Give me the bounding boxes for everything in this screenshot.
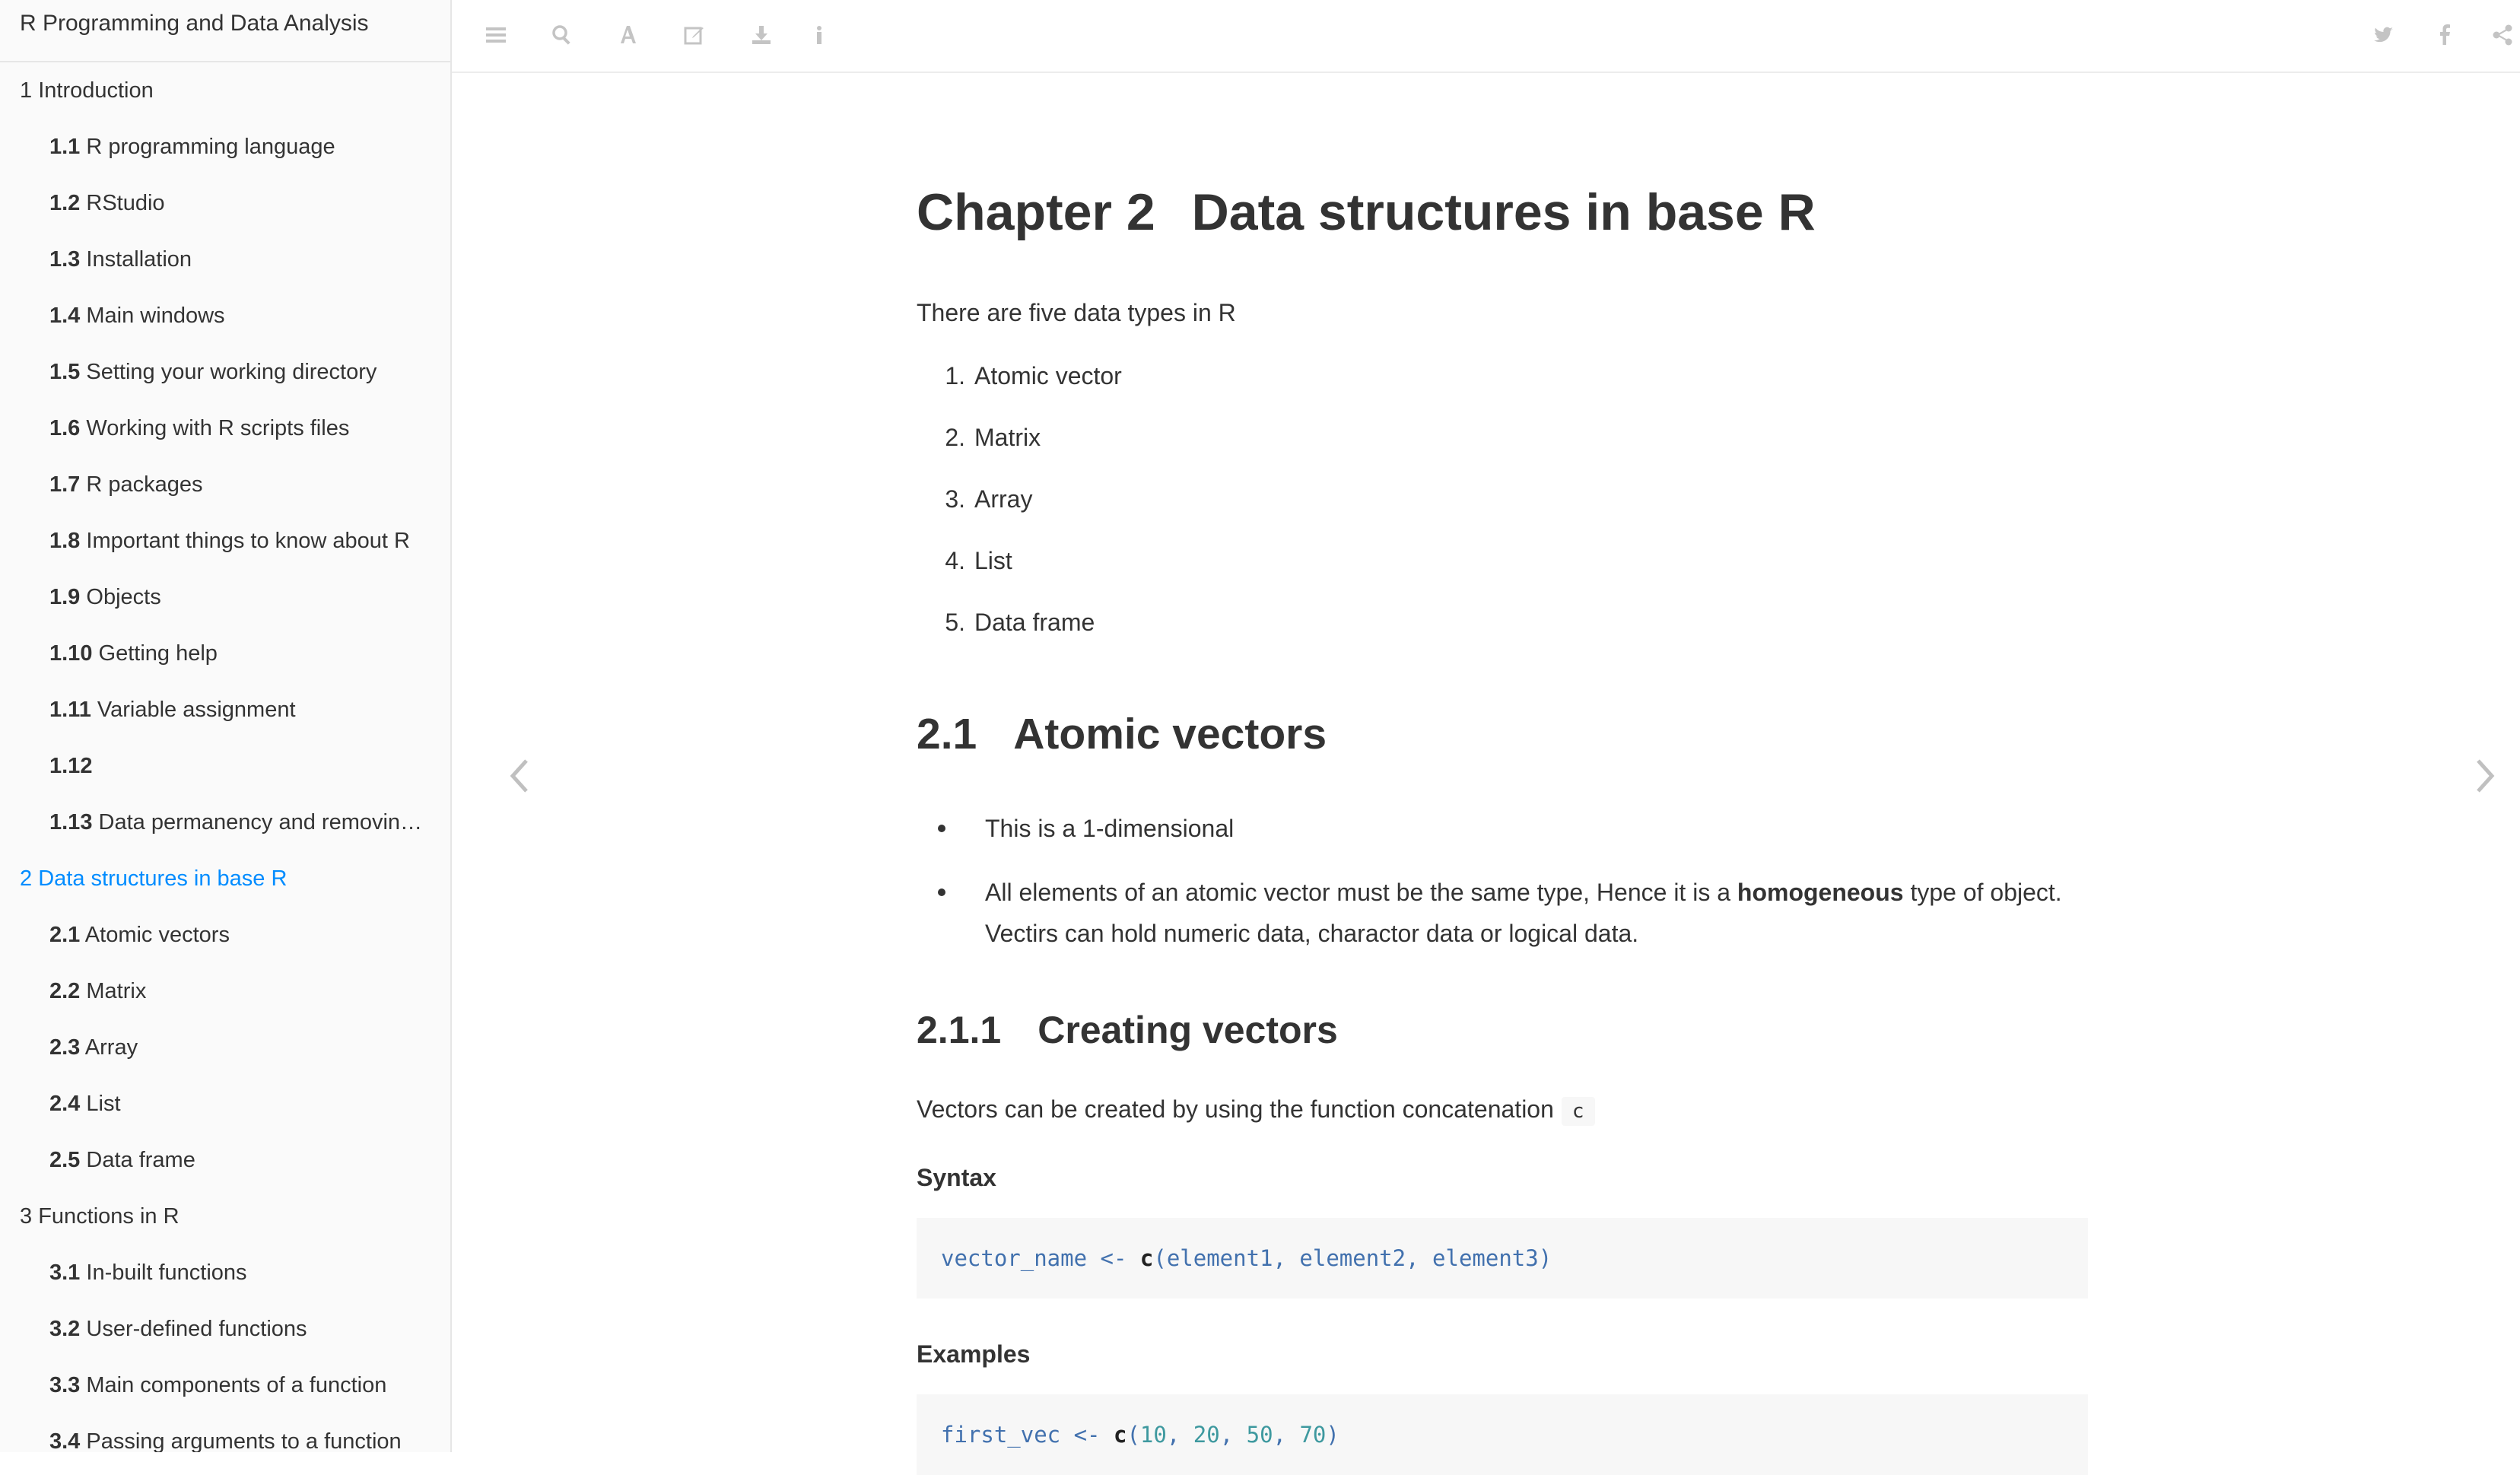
toc-item[interactable]: 3.4 Passing arguments to a function <box>0 1413 450 1452</box>
search-icon[interactable] <box>547 20 577 50</box>
toc-item[interactable]: 1.11 Variable assignment <box>0 682 450 738</box>
facebook-icon[interactable] <box>2429 20 2460 50</box>
toc-list: 1 Introduction 1.1 R programming language… <box>0 62 450 1452</box>
menu-icon[interactable] <box>481 20 511 50</box>
toc-item[interactable]: 3.3 Main components of a function <box>0 1357 450 1413</box>
intro-paragraph: There are five data types in R <box>917 299 1236 326</box>
inline-code: c <box>1561 1096 1595 1126</box>
creating-paragraph: Vectors can be created by using the func… <box>917 1095 1595 1126</box>
toc-item[interactable]: 1.6 Working with R scripts files <box>0 400 450 456</box>
toc-item[interactable]: 1.13 Data permanency and removin… <box>0 794 450 850</box>
twitter-icon[interactable] <box>2369 20 2399 50</box>
toc-item[interactable]: 1.7 R packages <box>0 456 450 513</box>
toc-item[interactable]: 1.9 Objects <box>0 569 450 625</box>
list-item: 1. Atomic vector <box>945 362 1122 389</box>
list-item: 3. Array <box>945 485 1033 513</box>
book-title[interactable]: R Programming and Data Analysis <box>0 0 450 62</box>
list-item: 2. Matrix <box>945 424 1041 451</box>
table-of-contents-sidebar: R Programming and Data Analysis 1 Introd… <box>0 0 452 1452</box>
toc-item[interactable]: 2.2 Matrix <box>0 963 450 1019</box>
bullet-item: All elements of an atomic vector must be… <box>938 872 2094 954</box>
chapter-heading: Chapter 2 Data structures in base R <box>917 183 1816 242</box>
download-icon[interactable] <box>746 20 777 50</box>
toolbar <box>452 0 2520 73</box>
toc-item[interactable]: 2.5 Data frame <box>0 1132 450 1188</box>
next-page-arrow-icon[interactable] <box>2464 753 2503 799</box>
info-icon[interactable] <box>804 20 834 50</box>
toc-item[interactable]: 1.1 R programming language <box>0 119 450 175</box>
chapter-title: Data structures in base R <box>1191 183 1816 241</box>
list-item: 4. List <box>945 547 1012 574</box>
toc-item[interactable]: 2.1 Atomic vectors <box>0 907 450 963</box>
share-icon[interactable] <box>2487 20 2518 50</box>
toc-item[interactable]: 2 Data structures in base R <box>0 850 450 907</box>
toc-item[interactable]: 3 Functions in R <box>0 1188 450 1245</box>
toc-item[interactable]: 2.3 Array <box>0 1019 450 1076</box>
toc-item[interactable]: 1 Introduction <box>0 62 450 119</box>
toc-item[interactable]: 1.4 Main windows <box>0 288 450 344</box>
syntax-code-block: vector_name <- c(element1, element2, ele… <box>917 1218 2088 1299</box>
examples-label: Examples <box>917 1340 1031 1368</box>
toc-item[interactable]: 1.2 RStudio <box>0 175 450 231</box>
chapter-label: Chapter 2 <box>917 183 1155 241</box>
toc-item[interactable]: 2.4 List <box>0 1076 450 1132</box>
toc-item[interactable]: 1.5 Setting your working directory <box>0 344 450 400</box>
syntax-label: Syntax <box>917 1164 996 1191</box>
toc-item[interactable]: 3.2 User-defined functions <box>0 1301 450 1357</box>
toc-item[interactable]: 3.1 In-built functions <box>0 1245 450 1301</box>
previous-page-arrow-icon[interactable] <box>502 753 540 799</box>
toc-item[interactable]: 1.8 Important things to know about R <box>0 513 450 569</box>
toc-item[interactable]: 1.12 <box>0 738 450 794</box>
section-heading: 2.1 Atomic vectors <box>917 710 1327 758</box>
toc-item[interactable]: 1.3 Installation <box>0 231 450 288</box>
bullet-item: This is a 1-dimensional <box>938 808 2094 849</box>
toc-item[interactable]: 1.10 Getting help <box>0 625 450 682</box>
example-code-block: first_vec <- c(10, 20, 50, 70) <box>917 1394 2088 1475</box>
edit-icon[interactable] <box>679 20 710 50</box>
list-item: 5. Data frame <box>945 609 1095 636</box>
font-icon[interactable] <box>613 20 644 50</box>
subsection-heading: 2.1.1 Creating vectors <box>917 1009 1338 1051</box>
